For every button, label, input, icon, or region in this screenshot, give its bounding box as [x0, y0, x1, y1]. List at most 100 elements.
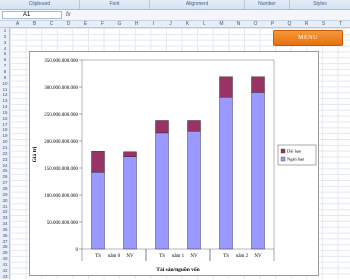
row-header[interactable]: 28: [0, 186, 10, 191]
row-header[interactable]: 25: [0, 168, 10, 173]
menu-button[interactable]: MENU: [273, 30, 343, 46]
row-header[interactable]: 26: [0, 174, 10, 179]
legend-swatch: [280, 148, 286, 154]
row-header[interactable]: 23: [0, 157, 10, 162]
row-header[interactable]: 15: [0, 110, 10, 115]
y-tick-label: 0: [76, 248, 79, 253]
x-group-label: năm 1: [172, 254, 185, 259]
row-header[interactable]: 34: [0, 221, 10, 226]
column-header-d[interactable]: D: [61, 21, 76, 28]
row-header[interactable]: 9: [0, 75, 10, 80]
column-header-b[interactable]: B: [27, 21, 42, 28]
row-header[interactable]: 38: [0, 244, 10, 249]
row-header[interactable]: 12: [0, 92, 10, 97]
row-header[interactable]: 5: [0, 51, 10, 56]
x-axis-title: Tài sản/nguồn vốn: [156, 266, 199, 273]
row-header[interactable]: 41: [0, 262, 10, 267]
column-header-i[interactable]: I: [146, 21, 161, 28]
column-header-r[interactable]: R: [299, 21, 314, 28]
column-header-k[interactable]: K: [180, 21, 195, 28]
row-header[interactable]: 36: [0, 233, 10, 238]
row-header[interactable]: 22: [0, 151, 10, 156]
y-tick-label: 300.000.000.000: [44, 86, 78, 91]
x-group-label: năm 0: [108, 254, 121, 259]
row-header[interactable]: 29: [0, 192, 10, 197]
row-header[interactable]: 6: [0, 57, 10, 62]
column-header-a[interactable]: A: [10, 21, 25, 28]
bar-segment-ngan-han: [251, 92, 265, 250]
bar-segment-dai-han: [123, 151, 137, 157]
row-header[interactable]: 20: [0, 139, 10, 144]
row-header[interactable]: 1: [0, 28, 10, 33]
x-category-label: NV: [190, 254, 198, 259]
column-header-s[interactable]: S: [316, 21, 331, 28]
bar-segment-dai-han: [251, 76, 265, 93]
row-header[interactable]: 14: [0, 104, 10, 109]
ribbon-group-alignment[interactable]: Alignment: [150, 0, 245, 9]
plot-area: [81, 59, 275, 250]
row-header[interactable]: 27: [0, 180, 10, 185]
row-header[interactable]: 21: [0, 145, 10, 150]
row-header[interactable]: 18: [0, 127, 10, 132]
bar-segment-dai-han: [187, 120, 201, 132]
x-category-label: NV: [254, 254, 262, 259]
ribbon-group-font[interactable]: Font: [80, 0, 150, 9]
row-header[interactable]: 40: [0, 256, 10, 261]
ribbon-group-clipboard[interactable]: Clipboard: [0, 0, 80, 9]
row-header[interactable]: 35: [0, 227, 10, 232]
fx-icon[interactable]: fx: [66, 11, 71, 19]
row-header[interactable]: 8: [0, 69, 10, 74]
column-header-j[interactable]: J: [163, 21, 178, 28]
ribbon: Clipboard Font Alignment Number Styles: [0, 0, 350, 10]
column-header-q[interactable]: Q: [282, 21, 297, 28]
column-header-c[interactable]: C: [44, 21, 59, 28]
row-header[interactable]: 32: [0, 209, 10, 214]
column-header-p[interactable]: P: [265, 21, 280, 28]
row-header[interactable]: 3: [0, 40, 10, 45]
y-tick-label: 350.000.000.000: [44, 59, 78, 64]
row-header[interactable]: 13: [0, 98, 10, 103]
column-header-l[interactable]: L: [197, 21, 212, 28]
y-tick-label: 200.000.000.000: [44, 140, 78, 145]
x-group-label: năm 2: [236, 254, 249, 259]
bar-segment-ngan-han: [219, 97, 233, 250]
row-header[interactable]: 4: [0, 46, 10, 51]
chart-canvas: 0 50.000.000.000 100.000.000.000 150.000.00…: [32, 59, 317, 273]
row-header[interactable]: 33: [0, 215, 10, 220]
row-header[interactable]: 11: [0, 87, 10, 92]
x-category-label: NV: [126, 254, 134, 259]
row-header[interactable]: 42: [0, 268, 10, 273]
column-header-o[interactable]: O: [248, 21, 263, 28]
bar-segment-ngan-han: [187, 131, 201, 250]
row-header[interactable]: 37: [0, 239, 10, 244]
name-box[interactable]: A1: [2, 11, 62, 19]
column-header-n[interactable]: N: [231, 21, 246, 28]
row-header[interactable]: 30: [0, 198, 10, 203]
row-header[interactable]: 19: [0, 133, 10, 138]
row-header[interactable]: 16: [0, 116, 10, 121]
row-header[interactable]: 31: [0, 204, 10, 209]
y-tick-label: 100.000.000.000: [44, 194, 78, 199]
column-header-t[interactable]: T: [333, 21, 348, 28]
row-header[interactable]: 17: [0, 122, 10, 127]
column-headers: ABCDEFGHIJKLMNOPQRST: [0, 21, 350, 28]
column-header-e[interactable]: E: [78, 21, 93, 28]
formula-bar: A1 fx: [0, 10, 350, 21]
legend-label: Ngắn hạn: [287, 157, 305, 162]
column-header-h[interactable]: H: [129, 21, 144, 28]
ribbon-group-number[interactable]: Number: [245, 0, 290, 9]
bar-segment-ngan-han: [91, 172, 105, 250]
row-header[interactable]: 10: [0, 81, 10, 86]
stacked-bar-chart[interactable]: 0 50.000.000.000 100.000.000.000 150.000.00…: [29, 51, 319, 276]
row-header[interactable]: 7: [0, 63, 10, 68]
bar-segment-ngan-han: [123, 156, 137, 250]
ribbon-group-styles[interactable]: Styles: [290, 0, 350, 9]
row-header[interactable]: 2: [0, 34, 10, 39]
column-header-m[interactable]: M: [214, 21, 229, 28]
column-header-f[interactable]: F: [95, 21, 110, 28]
row-header[interactable]: 39: [0, 250, 10, 255]
row-header[interactable]: 43: [0, 274, 10, 279]
legend-label: Dài hạn: [287, 149, 302, 154]
column-header-g[interactable]: G: [112, 21, 127, 28]
row-header[interactable]: 24: [0, 163, 10, 168]
